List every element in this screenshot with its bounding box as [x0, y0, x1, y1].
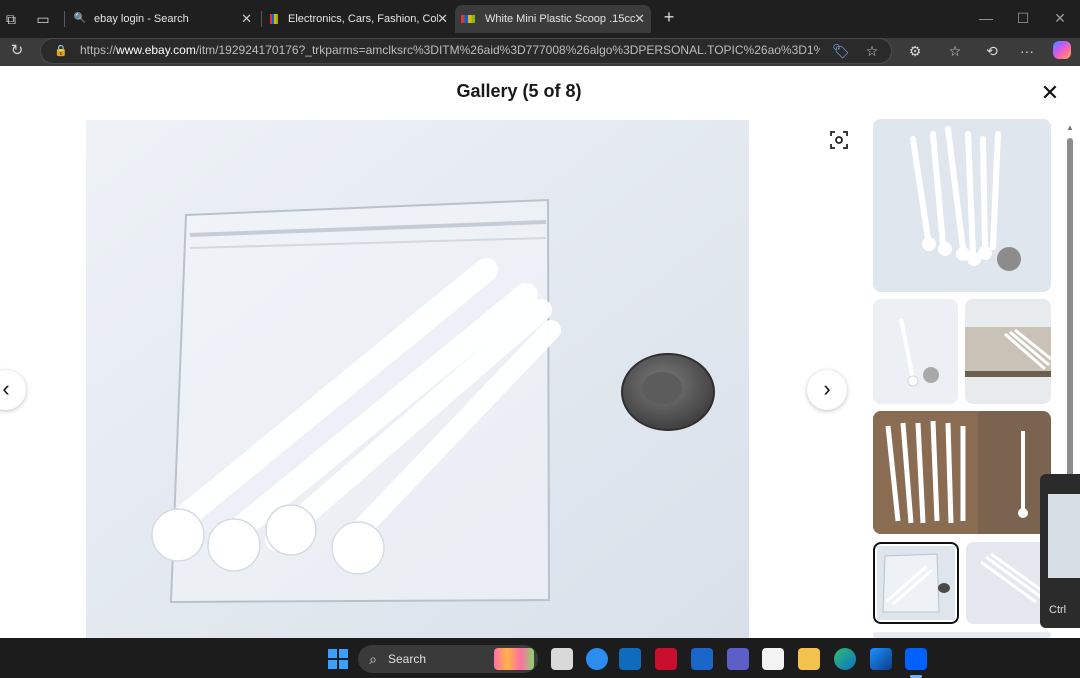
gallery-thumbnail-6[interactable] — [966, 542, 1051, 624]
address-bar-url[interactable]: https://www.ebay.com/itm/192924170176?_t… — [80, 43, 820, 59]
scroll-up-arrow-icon[interactable]: ▲ — [1066, 124, 1074, 132]
tab-label: ebay login - Search — [94, 13, 189, 25]
gallery-title: Gallery (5 of 8) — [456, 81, 582, 101]
tab-close-icon[interactable]: ✕ — [437, 11, 448, 27]
thumbnail-image — [873, 119, 1051, 292]
tab-close-icon[interactable]: ✕ — [634, 11, 645, 27]
mcafee-plus-icon[interactable] — [691, 648, 713, 670]
favorites-icon[interactable]: ☆ — [947, 43, 963, 59]
copilot-taskbar-icon[interactable] — [586, 648, 608, 670]
maximize-window-icon[interactable]: ☐ — [1015, 10, 1031, 26]
tab-ebay-login-search[interactable]: 🔍 ebay login - Search ✕ — [68, 5, 258, 33]
gallery-thumbnail-3[interactable] — [965, 299, 1051, 404]
next-image-button[interactable]: › — [807, 370, 847, 410]
gallery-thumbnail-5-selected[interactable] — [873, 542, 959, 624]
extensions-icon[interactable]: ⚙ — [907, 43, 923, 59]
thumbnail-image — [873, 299, 958, 404]
mcafee-icon[interactable] — [655, 648, 677, 670]
new-tab-button[interactable]: + — [660, 8, 678, 26]
taskbar-search-icon: ⌕ — [369, 651, 377, 667]
more-options-icon[interactable]: ··· — [1019, 43, 1035, 59]
tab-close-icon[interactable]: ✕ — [241, 11, 252, 27]
gallery-thumbnail-4[interactable] — [873, 411, 1051, 534]
copilot-icon[interactable] — [1053, 41, 1071, 59]
thumbnail-image — [966, 542, 1051, 624]
edge-browser-icon[interactable] — [834, 648, 856, 670]
tulips-search-highlight-icon — [494, 648, 534, 670]
windows-start-icon[interactable] — [328, 649, 348, 669]
history-icon[interactable]: ⟲ — [984, 43, 1000, 59]
tab-white-mini-plastic-scoop[interactable]: White Mini Plastic Scoop .15cc m ✕ — [455, 5, 651, 33]
refresh-icon[interactable]: ↻ — [9, 43, 25, 59]
ctrl-key-label: Ctrl — [1049, 604, 1067, 616]
gallery-main-image — [86, 120, 749, 638]
gallery-thumbnail-1[interactable] — [873, 119, 1051, 292]
search-favicon-icon: 🔍 — [73, 13, 87, 24]
tab-label: White Mini Plastic Scoop .15cc m — [485, 13, 635, 25]
favorite-star-icon[interactable]: ☆ — [864, 43, 880, 59]
gallery-close-button[interactable]: ✕ — [1036, 79, 1064, 107]
taskbar-search-label: Search — [388, 652, 427, 666]
dropbox-icon[interactable] — [905, 648, 927, 670]
task-view-icon[interactable] — [551, 648, 573, 670]
file-explorer-icon[interactable] — [798, 648, 820, 670]
ebay-favicon-icon — [270, 14, 278, 24]
thumbnail-image — [873, 411, 1051, 534]
thumbnail-image — [965, 299, 1051, 404]
tab-label: Electronics, Cars, Fashion, Collecti — [288, 13, 438, 25]
lock-icon[interactable]: 🔒 — [54, 43, 68, 59]
workspaces-icon[interactable]: ⧉ — [4, 11, 18, 27]
main-image-scoops-in-bag — [86, 120, 749, 638]
thumbnail-image — [877, 546, 955, 620]
url-path: /itm/192924170176?_trkparms=amclksrc%3DI… — [195, 43, 820, 57]
minimize-window-icon[interactable]: — — [978, 10, 994, 26]
popup-preview-image — [1048, 494, 1080, 578]
tab-ebay-home[interactable]: Electronics, Cars, Fashion, Collecti ✕ — [264, 5, 454, 33]
zoom-image-icon[interactable] — [826, 127, 852, 153]
shopping-tag-icon[interactable]: 🏷 — [832, 43, 850, 59]
ebay-favicon-icon — [461, 15, 475, 23]
close-window-icon[interactable]: ✕ — [1052, 10, 1068, 26]
outlook-icon[interactable] — [619, 648, 641, 670]
teams-icon[interactable] — [727, 648, 749, 670]
gallery-thumbnail-2[interactable] — [873, 299, 958, 404]
vertical-tabs-icon[interactable]: ▭ — [35, 11, 51, 27]
tab-separator — [64, 11, 65, 27]
url-prefix: https:// — [80, 43, 117, 57]
tab-separator — [261, 11, 262, 27]
url-host: www.ebay.com — [116, 43, 196, 57]
microsoft-store-icon[interactable] — [762, 648, 784, 670]
photos-icon[interactable] — [870, 648, 892, 670]
scrollbar-thumb[interactable] — [1067, 138, 1073, 478]
